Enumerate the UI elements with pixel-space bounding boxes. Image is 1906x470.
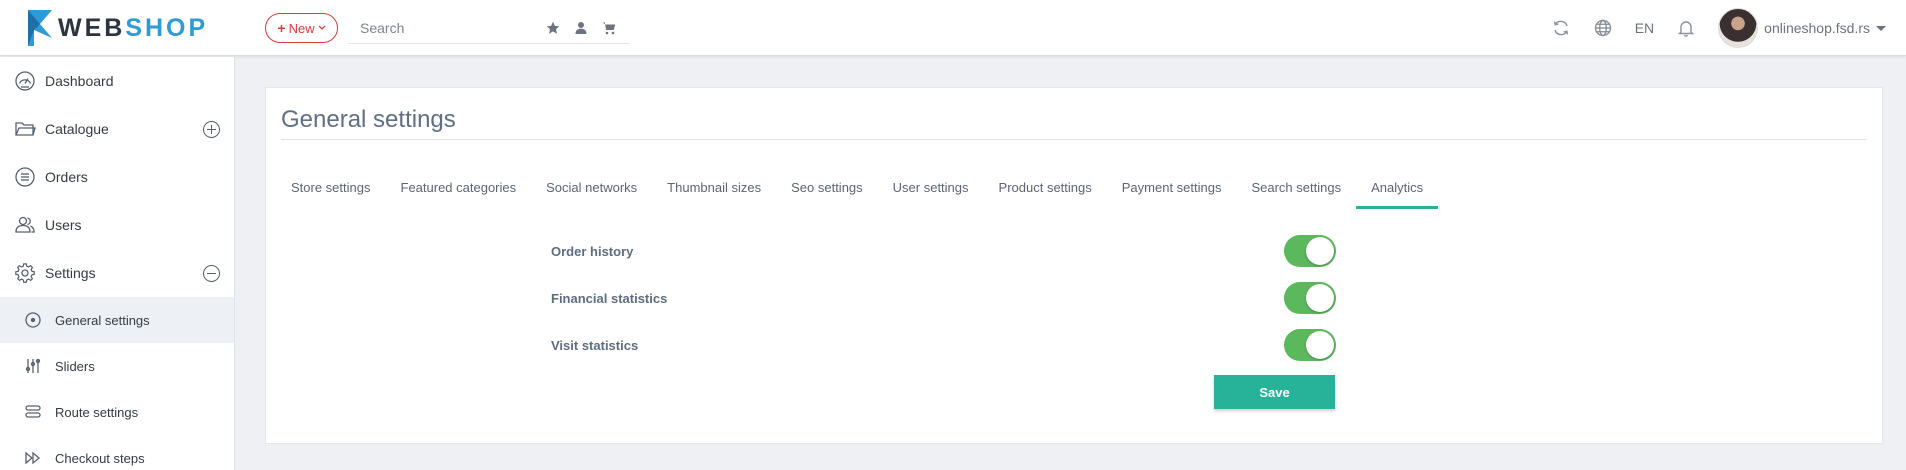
caret-down-icon xyxy=(1876,25,1886,31)
tab-product-settings[interactable]: Product settings xyxy=(984,167,1107,207)
financial-statistics-toggle[interactable] xyxy=(1284,282,1336,314)
sidebar-item-users[interactable]: Users xyxy=(0,201,234,249)
sidebar-item-label: Catalogue xyxy=(45,121,109,137)
sidebar-subitem-label: Checkout steps xyxy=(55,450,145,466)
toggle-knob xyxy=(1306,284,1334,312)
sidebar-item-label: Dashboard xyxy=(45,73,114,89)
sidebar-subitem-sliders[interactable]: Sliders xyxy=(0,343,234,389)
logo-text-shop: SHOP xyxy=(125,13,209,42)
top-right-tools: EN onlineshop.fsd.rs xyxy=(1551,0,1886,56)
dashboard-icon xyxy=(14,70,36,92)
visit-statistics-toggle[interactable] xyxy=(1284,329,1336,361)
search-box xyxy=(348,12,629,44)
tab-social-networks[interactable]: Social networks xyxy=(531,167,652,207)
bell-icon[interactable] xyxy=(1676,18,1696,38)
folder-icon xyxy=(14,118,36,140)
logo[interactable]: WEBSHOP xyxy=(26,6,208,50)
sidebar-subitem-general-settings[interactable]: General settings xyxy=(0,297,234,343)
setting-row-visit-statistics: Visit statistics xyxy=(551,328,1351,362)
tab-store-settings[interactable]: Store settings xyxy=(276,167,386,207)
plus-icon: + xyxy=(277,20,286,36)
language-selector[interactable]: EN xyxy=(1635,20,1654,36)
logo-text: WEBSHOP xyxy=(58,14,208,43)
sidebar-item-orders[interactable]: Orders xyxy=(0,153,234,201)
sidebar-item-dashboard[interactable]: Dashboard xyxy=(0,57,234,105)
logo-mark-icon xyxy=(28,10,52,46)
settings-tabs: Store settings Featured categories Socia… xyxy=(276,167,1439,209)
sidebar-subitem-label: General settings xyxy=(55,312,150,328)
avatar xyxy=(1718,8,1759,48)
route-icon xyxy=(24,403,42,421)
sidebar-item-label: Settings xyxy=(45,265,96,281)
cart-icon[interactable] xyxy=(602,21,616,35)
user-icon[interactable] xyxy=(574,21,588,35)
new-button[interactable]: + New xyxy=(265,13,338,43)
chevron-down-icon xyxy=(318,25,326,30)
refresh-icon[interactable] xyxy=(1551,18,1571,38)
steps-icon xyxy=(24,449,42,467)
star-icon[interactable] xyxy=(546,21,560,35)
toggle-knob xyxy=(1306,237,1334,265)
list-icon xyxy=(14,166,36,188)
users-icon xyxy=(14,214,36,236)
expand-plus-icon[interactable] xyxy=(203,121,220,138)
title-divider xyxy=(281,139,1867,140)
sidebar-subitem-label: Sliders xyxy=(55,358,95,374)
page-title: General settings xyxy=(281,106,456,133)
sidebar-item-settings[interactable]: Settings xyxy=(0,249,234,297)
logo-text-web: WEB xyxy=(58,13,126,42)
search-input[interactable] xyxy=(348,19,538,36)
settings-card: General settings Store settings Featured… xyxy=(265,87,1883,444)
collapse-minus-icon[interactable] xyxy=(203,265,220,282)
setting-label: Order history xyxy=(551,243,634,259)
sidebar-subitem-label: Route settings xyxy=(55,404,139,420)
setting-row-financial-statistics: Financial statistics xyxy=(551,281,1351,315)
setting-row-order-history: Order history xyxy=(551,234,1351,268)
toggle-knob xyxy=(1306,331,1334,359)
order-history-toggle[interactable] xyxy=(1284,235,1336,267)
sidebar-subitem-checkout-steps[interactable]: Checkout steps xyxy=(0,435,234,470)
target-icon xyxy=(24,311,42,329)
tab-user-settings[interactable]: User settings xyxy=(878,167,984,207)
tab-payment-settings[interactable]: Payment settings xyxy=(1107,167,1237,207)
gear-icon xyxy=(14,262,36,284)
save-button[interactable]: Save xyxy=(1214,375,1335,409)
sidebar-item-label: Users xyxy=(45,217,82,233)
user-menu[interactable]: onlineshop.fsd.rs xyxy=(1718,8,1886,48)
setting-label: Financial statistics xyxy=(551,290,668,306)
user-name: onlineshop.fsd.rs xyxy=(1764,20,1870,36)
setting-label: Visit statistics xyxy=(551,337,639,353)
top-bar: WEBSHOP + New EN onlineshop.fsd.rs xyxy=(0,0,1906,56)
tab-featured-categories[interactable]: Featured categories xyxy=(386,167,532,207)
sidebar-item-catalogue[interactable]: Catalogue xyxy=(0,105,234,153)
tab-thumbnail-sizes[interactable]: Thumbnail sizes xyxy=(652,167,776,207)
sidebar: Dashboard Catalogue Orders Users Setting… xyxy=(0,57,235,470)
tab-analytics[interactable]: Analytics xyxy=(1356,167,1439,209)
sidebar-item-label: Orders xyxy=(45,169,88,185)
sidebar-subitem-route-settings[interactable]: Route settings xyxy=(0,389,234,435)
globe-icon[interactable] xyxy=(1593,18,1613,38)
search-shortcuts xyxy=(546,21,616,35)
new-button-label: New xyxy=(288,20,315,36)
tab-search-settings[interactable]: Search settings xyxy=(1236,167,1356,207)
sliders-icon xyxy=(24,357,42,375)
tab-seo-settings[interactable]: Seo settings xyxy=(776,167,878,207)
